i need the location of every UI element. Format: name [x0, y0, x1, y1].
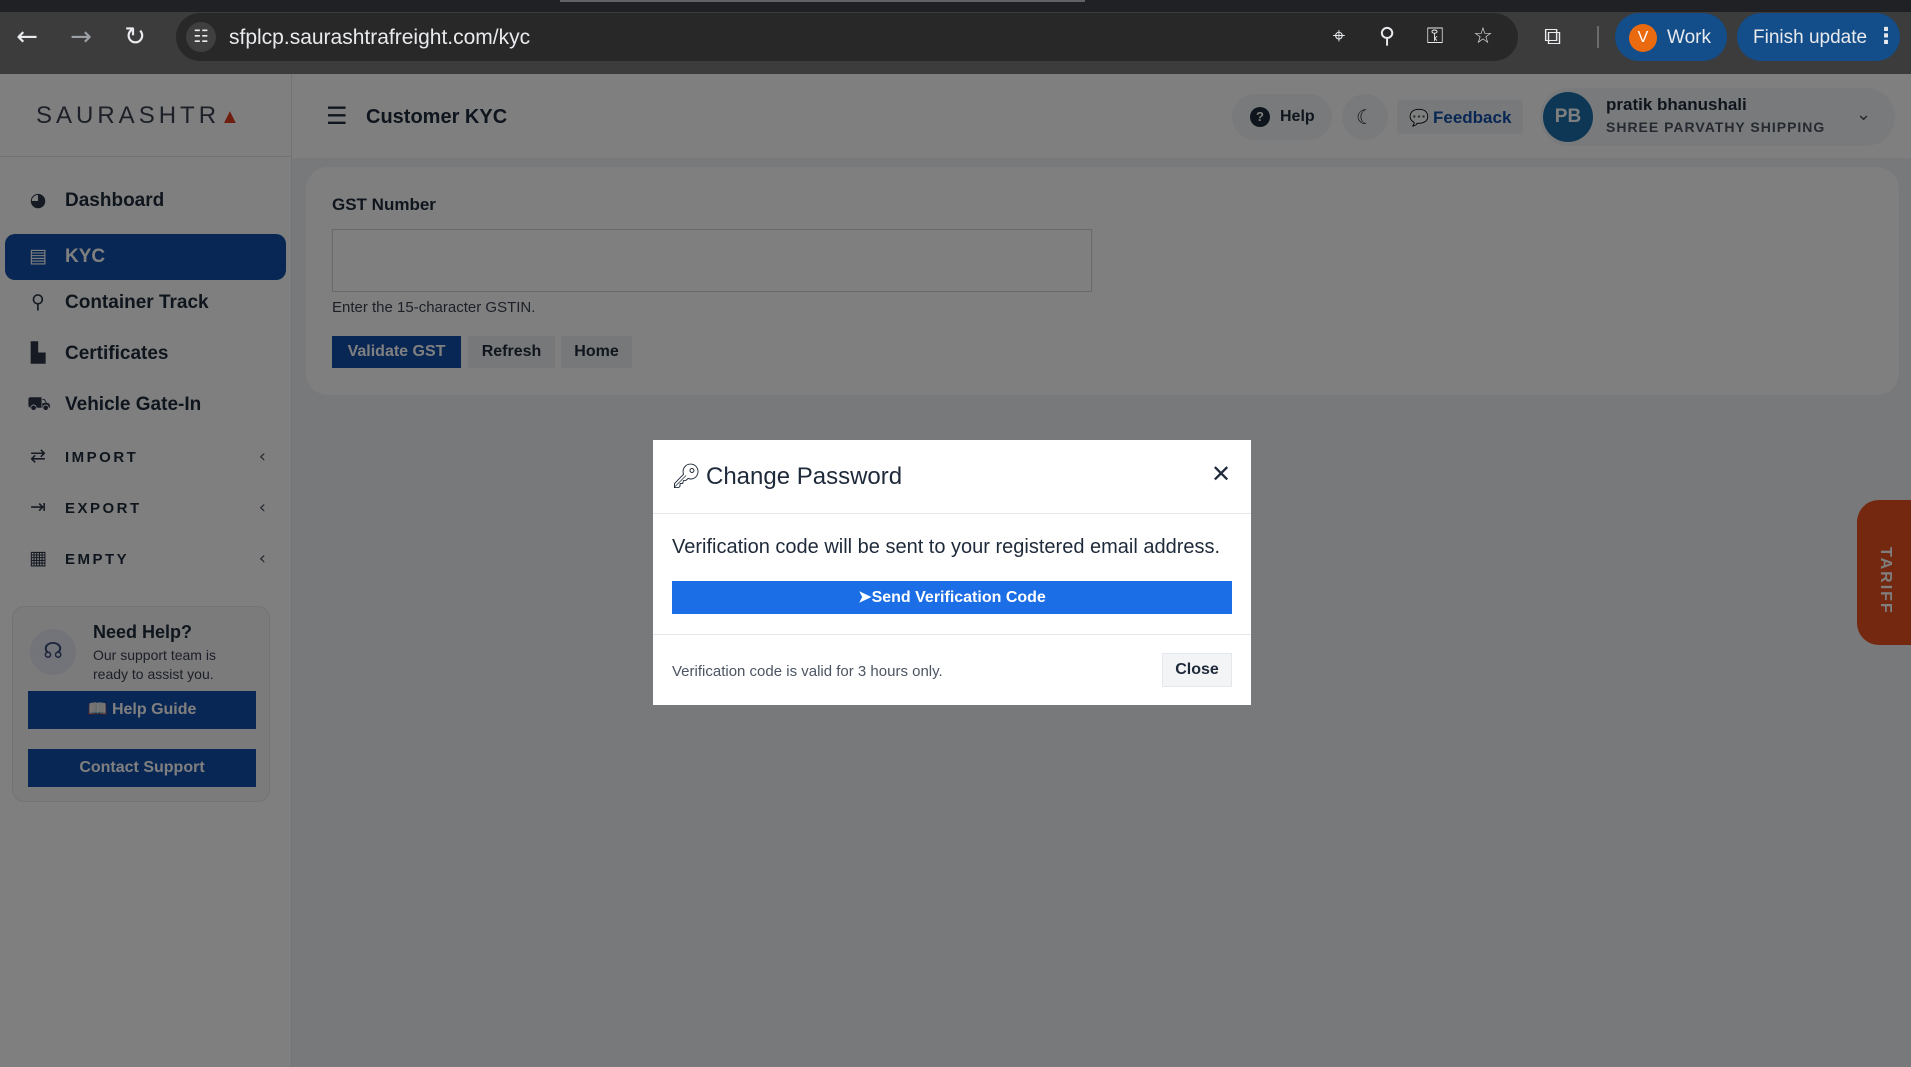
modal-footer: Verification code is valid for 3 hours o… — [653, 634, 1251, 705]
send-verification-code-button[interactable]: ➤Send Verification Code — [672, 581, 1232, 614]
modal-title: Change Password — [706, 463, 903, 490]
modal-message: Verification code will be sent to your r… — [672, 536, 1221, 558]
profile-avatar: V — [1629, 24, 1657, 52]
browser-toolbar: ← → ↻ ☷ sfplcp.saurashtrafreight.com/kyc… — [0, 0, 1911, 74]
profile-label: Work — [1667, 27, 1711, 48]
tab-strip — [0, 0, 1911, 12]
close-icon[interactable]: ✕ — [1211, 460, 1231, 488]
finish-update-label: Finish update — [1753, 27, 1868, 48]
location-pin-icon[interactable]: ⌖ — [1326, 24, 1352, 50]
zoom-icon[interactable]: ⚲ — [1374, 24, 1400, 50]
modal-header: 🔑︎ Change Password ✕ — [653, 440, 1251, 514]
finish-update-button[interactable]: Finish update ⋮ — [1737, 13, 1900, 61]
back-arrow-icon[interactable]: ← — [12, 22, 42, 52]
bookmark-star-icon[interactable]: ☆ — [1470, 24, 1496, 50]
site-settings-icon[interactable]: ☷ — [186, 22, 216, 52]
forward-arrow-icon[interactable]: → — [66, 22, 96, 52]
change-password-modal: 🔑︎ Change Password ✕ Verification code w… — [653, 440, 1251, 705]
close-button[interactable]: Close — [1162, 653, 1232, 687]
extensions-icon[interactable]: ⧉ — [1544, 22, 1561, 50]
profile-button[interactable]: V Work — [1615, 13, 1727, 61]
tab-indicator — [560, 0, 1085, 2]
send-verification-label: Send Verification Code — [871, 589, 1046, 606]
url-text[interactable]: sfplcp.saurashtrafreight.com/kyc — [229, 26, 530, 50]
key-icon: 🔑︎ — [671, 462, 702, 490]
address-bar[interactable]: ☷ sfplcp.saurashtrafreight.com/kyc ⌖ ⚲ ⚿… — [176, 13, 1518, 61]
password-key-icon[interactable]: ⚿ — [1422, 24, 1448, 50]
paper-plane-icon: ➤ — [858, 589, 872, 606]
validity-note: Verification code is valid for 3 hours o… — [672, 663, 943, 680]
more-menu-icon[interactable]: ⋮ — [1875, 24, 1897, 49]
toolbar-divider — [1597, 26, 1599, 48]
reload-icon[interactable]: ↻ — [120, 22, 150, 52]
